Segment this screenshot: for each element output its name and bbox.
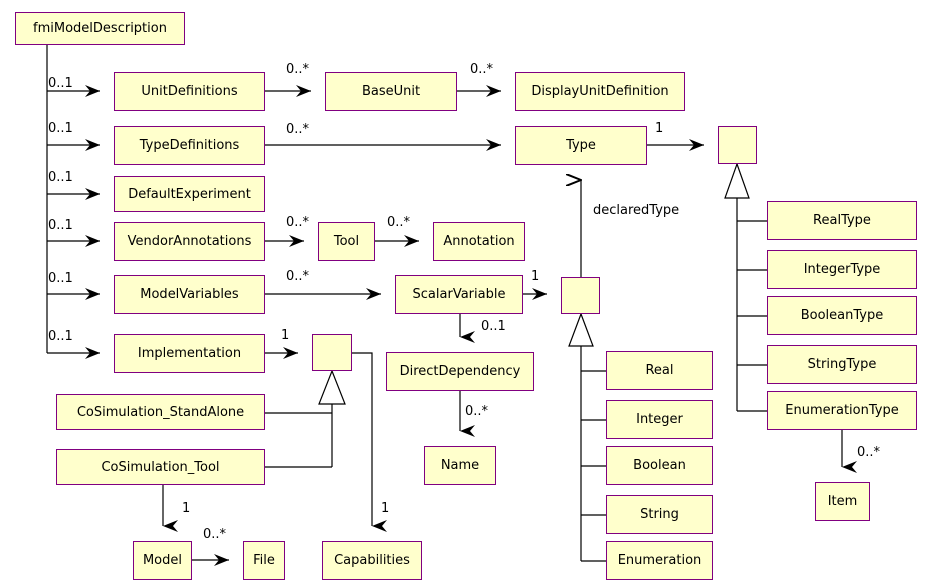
multiplicity-label: 0..1	[48, 76, 73, 91]
node-variable-base-anonymous[interactable]	[561, 277, 600, 314]
multiplicity-label: 0..1	[48, 121, 73, 136]
multiplicity-label: 0..1	[48, 170, 73, 185]
multiplicity-label: 0..*	[387, 215, 411, 230]
multiplicity-label: 1	[281, 328, 290, 343]
node-label: String	[640, 507, 679, 522]
node-scalarvariable[interactable]: ScalarVariable	[395, 275, 523, 314]
node-boolean[interactable]: Boolean	[606, 446, 713, 485]
node-baseunit[interactable]: BaseUnit	[325, 72, 457, 111]
multiplicity-label: 1	[655, 121, 664, 136]
multiplicity-label: 0..*	[470, 62, 494, 77]
node-label: ModelVariables	[140, 287, 239, 302]
node-name[interactable]: Name	[424, 446, 496, 485]
edge-implbase-capabilities	[352, 352, 387, 532]
node-cosimulation-standalone[interactable]: CoSimulation_StandAlone	[56, 394, 265, 430]
node-label: BaseUnit	[361, 84, 421, 99]
node-label: Annotation	[443, 234, 515, 249]
node-label: VendorAnnotations	[127, 234, 252, 249]
node-label: Model	[142, 553, 183, 568]
node-label: TypeDefinitions	[139, 138, 240, 153]
node-label: IntegerType	[803, 262, 881, 277]
node-label: Enumeration	[617, 553, 702, 568]
multiplicity-label: 1	[182, 501, 191, 516]
node-cosimulation-tool[interactable]: CoSimulation_Tool	[56, 449, 265, 485]
node-defaultexperiment[interactable]: DefaultExperiment	[114, 176, 265, 212]
node-label: Type	[566, 138, 596, 153]
node-string[interactable]: String	[606, 495, 713, 534]
node-item[interactable]: Item	[815, 482, 870, 521]
node-enumeration[interactable]: Enumeration	[606, 541, 713, 580]
node-integertype[interactable]: IntegerType	[767, 250, 917, 289]
node-label: ScalarVariable	[412, 287, 506, 302]
node-label: UnitDefinitions	[141, 84, 238, 99]
node-implementation[interactable]: Implementation	[114, 334, 265, 373]
edge-label-declaredtype: declaredType	[593, 203, 680, 218]
node-label: StringType	[807, 357, 877, 372]
node-typedefinitions[interactable]: TypeDefinitions	[114, 126, 265, 165]
node-label: Real	[645, 363, 674, 378]
node-label: File	[253, 553, 275, 568]
node-label: DisplayUnitDefinition	[531, 84, 669, 99]
multiplicity-label: 1	[531, 269, 540, 284]
node-label: Item	[827, 494, 858, 509]
multiplicity-label: 0..*	[286, 62, 310, 77]
node-label: Boolean	[633, 458, 686, 473]
multiplicity-label: 0..1	[48, 271, 73, 286]
generalization-triangle-typebase	[724, 162, 750, 199]
node-label: DirectDependency	[399, 364, 521, 379]
multiplicity-label: 0..*	[286, 122, 310, 137]
node-modelvariables[interactable]: ModelVariables	[114, 275, 265, 314]
multiplicity-label: 0..1	[48, 329, 73, 344]
node-stringtype[interactable]: StringType	[767, 345, 917, 384]
node-fmimodeldescription[interactable]: fmiModelDescription	[15, 12, 185, 45]
node-displayunitdefinition[interactable]: DisplayUnitDefinition	[515, 72, 685, 111]
node-implementation-base-anonymous[interactable]	[312, 334, 352, 371]
uml-class-diagram: fmiModelDescription UnitDefinitions Base…	[0, 0, 927, 587]
node-unitdefinitions[interactable]: UnitDefinitions	[114, 72, 265, 111]
node-label: DefaultExperiment	[128, 186, 251, 202]
node-directdependency[interactable]: DirectDependency	[386, 352, 534, 391]
multiplicity-label: 0..*	[203, 527, 227, 542]
node-vendorannotations[interactable]: VendorAnnotations	[114, 222, 265, 261]
node-label: Capabilities	[334, 553, 410, 568]
node-real[interactable]: Real	[606, 351, 713, 390]
multiplicity-label: 0..1	[481, 319, 506, 334]
node-booleantype[interactable]: BooleanType	[767, 296, 917, 335]
multiplicity-label: 1	[381, 501, 390, 516]
node-label: BooleanType	[800, 308, 884, 323]
node-tool[interactable]: Tool	[318, 222, 375, 261]
node-annotation[interactable]: Annotation	[433, 222, 525, 261]
generalization-triangle-implbase	[318, 369, 346, 405]
node-label: CoSimulation_StandAlone	[76, 404, 245, 420]
generalization-triangle-variablebase	[568, 312, 594, 347]
node-capabilities[interactable]: Capabilities	[322, 541, 422, 580]
multiplicity-label: 0..*	[465, 404, 489, 419]
node-type[interactable]: Type	[515, 126, 647, 165]
node-label: Name	[440, 458, 480, 473]
multiplicity-label: 0..*	[286, 269, 310, 284]
node-label: EnumerationType	[785, 403, 899, 418]
node-model[interactable]: Model	[133, 541, 192, 580]
node-label: CoSimulation_Tool	[101, 459, 220, 475]
node-enumerationtype[interactable]: EnumerationType	[767, 391, 917, 430]
node-type-base-anonymous[interactable]	[718, 126, 757, 164]
node-label: RealType	[813, 213, 871, 228]
node-label: Tool	[333, 234, 360, 249]
node-integer[interactable]: Integer	[606, 400, 713, 439]
multiplicity-label: 0..1	[48, 218, 73, 233]
multiplicity-label: 0..*	[286, 215, 310, 230]
node-realtype[interactable]: RealType	[767, 201, 917, 240]
node-file[interactable]: File	[243, 541, 285, 580]
node-label: Implementation	[137, 346, 242, 361]
node-label: Integer	[636, 412, 683, 427]
node-label: fmiModelDescription	[33, 21, 167, 36]
multiplicity-label: 0..*	[857, 445, 881, 460]
